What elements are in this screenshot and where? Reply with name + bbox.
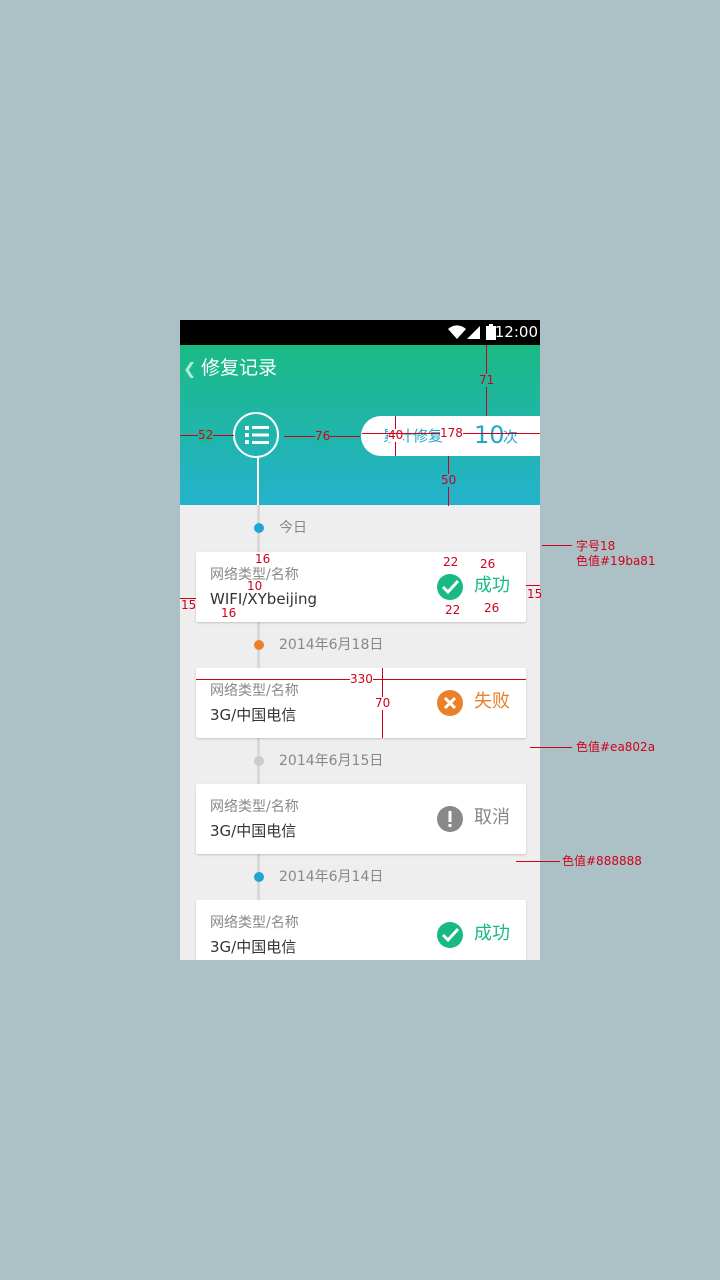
summary-unit: 次: [503, 428, 519, 446]
callout-line: [542, 545, 572, 546]
timeline-dot: [254, 872, 264, 882]
success-check-icon: [437, 922, 463, 948]
dimension-label: 76: [315, 429, 331, 443]
dimension-label: 330: [350, 672, 373, 686]
dimension-line: [526, 585, 540, 586]
success-check-icon: [437, 574, 463, 600]
status-text-success: 成功: [474, 923, 510, 944]
dimension-label: 178: [440, 426, 463, 440]
failure-x-icon: [437, 690, 463, 716]
status-text-failure: 失败: [474, 691, 510, 712]
color-failure-note: 色值#ea802a: [576, 740, 656, 754]
dimension-label: 40: [388, 428, 404, 442]
color-cancel-note: 色值#888888: [562, 854, 642, 868]
entry-date: 2014年6月18日: [279, 637, 384, 653]
color-success-note: 色值#19ba81: [576, 554, 656, 568]
record-card[interactable]: 网络类型/名称 3G/中国电信 取消: [196, 784, 526, 854]
network-type-label: 网络类型/名称: [210, 915, 299, 931]
font-size-note: 字号18: [576, 539, 616, 553]
status-time: 12:00: [494, 323, 538, 341]
status-text-success: 成功: [474, 575, 510, 596]
record-card[interactable]: 网络类型/名称 3G/中国电信 成功: [196, 900, 526, 960]
dimension-label: 50: [441, 473, 457, 487]
dimension-label: 16: [255, 552, 271, 566]
timeline-dot: [254, 640, 264, 650]
dimension-label: 22: [443, 555, 459, 569]
record-card[interactable]: 网络类型/名称 WIFI/XYbeijing 成功: [196, 552, 526, 622]
network-name: 3G/中国电信: [210, 822, 297, 840]
dimension-label: 16: [221, 606, 237, 620]
dimension-label: 15: [527, 587, 543, 601]
back-chevron-icon[interactable]: ❮: [183, 359, 196, 378]
dimension-label: 22: [445, 603, 461, 617]
list-icon-circle: [233, 412, 279, 458]
dimension-label: 15: [181, 598, 197, 612]
callout-line: [516, 861, 560, 862]
entry-date: 2014年6月14日: [279, 869, 384, 885]
network-type-label: 网络类型/名称: [210, 683, 299, 699]
dimension-label: 26: [480, 557, 496, 571]
dimension-label: 10: [247, 579, 263, 593]
phone-screen: 12:00 ❮ 修复记录 累计修复 10 次 今日 网络类型/名称 WIFI/X…: [180, 320, 540, 960]
callout-line: [530, 747, 572, 748]
network-type-label: 网络类型/名称: [210, 799, 299, 815]
wifi-icon: [448, 325, 466, 339]
cancel-exclamation-icon: [437, 806, 463, 832]
list-icon: [245, 426, 269, 444]
signal-icon: [467, 326, 480, 339]
summary-value: 10: [474, 421, 505, 449]
network-name: 3G/中国电信: [210, 938, 297, 956]
page-title: 修复记录: [201, 357, 278, 379]
dimension-label: 70: [375, 696, 391, 710]
status-text-cancel: 取消: [474, 807, 510, 828]
timeline-dot: [254, 523, 264, 533]
dimension-label: 71: [479, 373, 495, 387]
timeline-dot: [254, 756, 264, 766]
network-name: 3G/中国电信: [210, 706, 297, 724]
dimension-label: 26: [484, 601, 500, 615]
entry-date: 今日: [279, 520, 307, 536]
status-bar: 12:00: [180, 320, 540, 345]
dimension-label: 52: [198, 428, 214, 442]
entry-date: 2014年6月15日: [279, 753, 384, 769]
